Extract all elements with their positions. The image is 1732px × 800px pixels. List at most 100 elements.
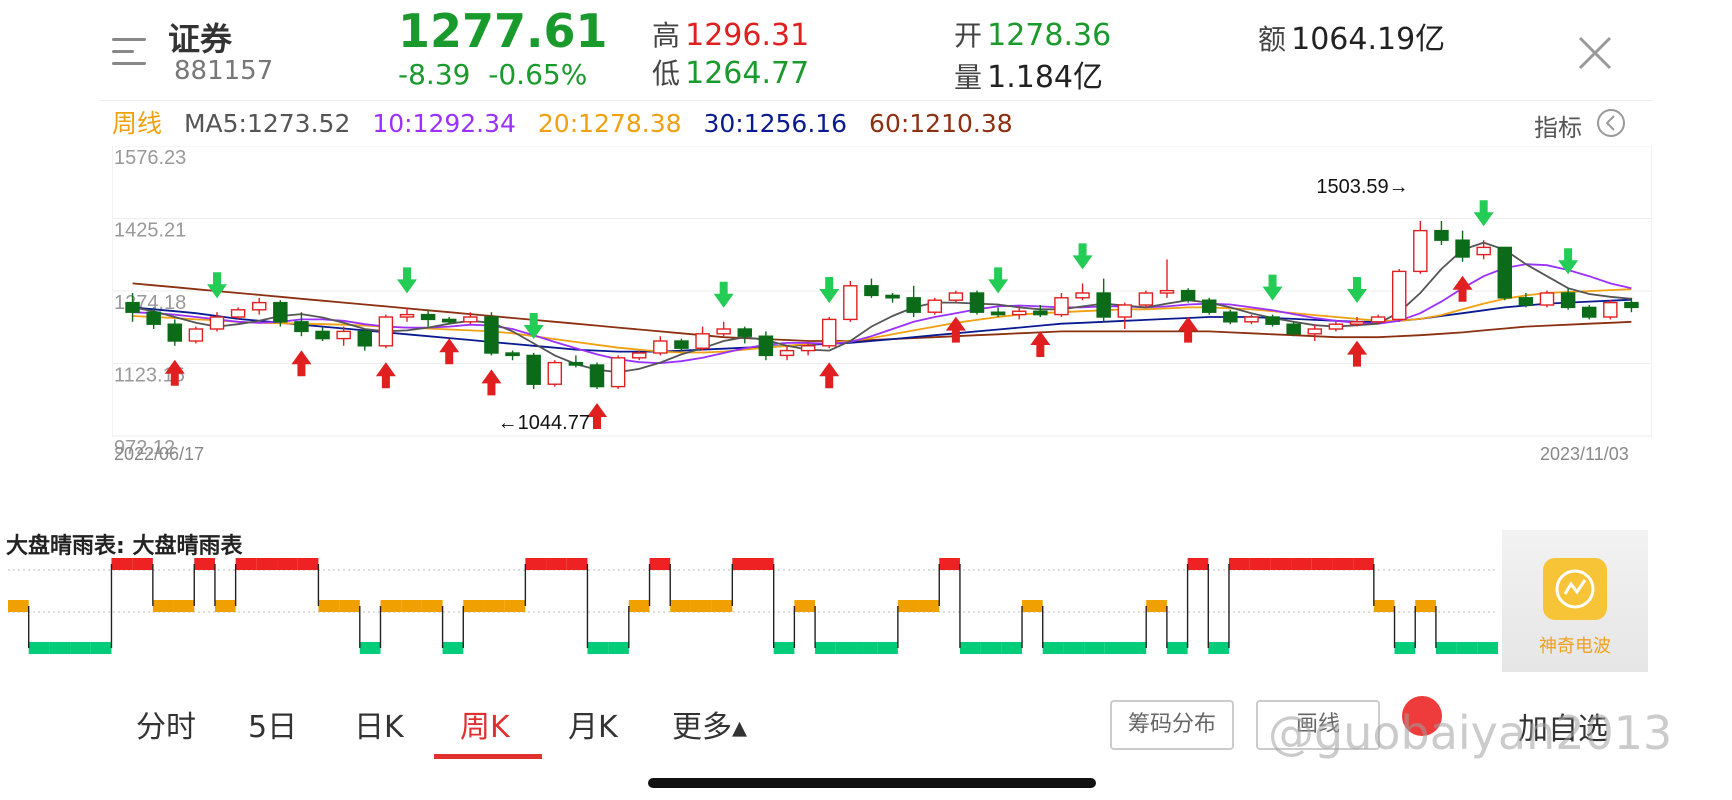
- ma10-line: [132, 263, 1632, 365]
- weather-bar: [649, 558, 671, 570]
- menu-icon[interactable]: [112, 34, 152, 68]
- max-price-annotation: 1503.59→: [1316, 176, 1408, 198]
- weather-bar: [546, 558, 567, 570]
- price-change: -8.39 -0.65%: [398, 58, 587, 91]
- candle-body: [336, 330, 351, 340]
- weather-bar: [401, 600, 422, 612]
- indicator-button[interactable]: 指标: [1534, 108, 1582, 143]
- candle-body: [568, 361, 584, 366]
- candle-body: [779, 349, 795, 357]
- tab-weekly-k[interactable]: 周K: [460, 702, 510, 746]
- stock-code: 881157: [174, 56, 274, 86]
- candle-body: [526, 354, 541, 385]
- tab-daily-k[interactable]: 日K: [354, 702, 404, 746]
- weather-bar: [1249, 558, 1271, 570]
- weather-bar: [1001, 642, 1023, 654]
- buy-arrow-icon: [291, 350, 312, 377]
- candle-body: [1117, 304, 1133, 318]
- weather-bar: [670, 600, 691, 612]
- kline-chart[interactable]: 1576.231425.211274.181123.15972.122022/0…: [112, 146, 1652, 486]
- low-value: 1264.77: [685, 56, 810, 91]
- buy-arrow-icon: [1030, 331, 1051, 358]
- candle-body: [1624, 301, 1639, 309]
- candle-body: [1349, 321, 1365, 325]
- tab-minute[interactable]: 分时: [136, 702, 196, 746]
- weather-bar: [773, 642, 795, 654]
- ma20-label: 20:1278.38: [537, 109, 682, 138]
- weather-bar: [753, 558, 774, 570]
- weather-bar: [1042, 642, 1064, 654]
- candle-body: [1286, 323, 1301, 335]
- weather-bar: [442, 642, 464, 654]
- sell-arrow-icon: [819, 277, 840, 304]
- y-tick-label: 1576.23: [114, 147, 186, 169]
- magic-wave-button[interactable]: 神奇电波: [1502, 530, 1648, 672]
- candle-body: [1370, 316, 1386, 323]
- amount-label: 额: [1258, 23, 1287, 56]
- weather-bar: [318, 600, 340, 612]
- tab-monthly-k[interactable]: 月K: [568, 702, 618, 746]
- weather-bar: [525, 558, 547, 570]
- sell-arrow-icon: [397, 267, 417, 294]
- candle-body: [843, 285, 858, 321]
- candle-body: [294, 321, 309, 333]
- weather-bar: [835, 642, 857, 654]
- sell-arrow-icon: [1558, 248, 1579, 275]
- weather-bar: [1353, 558, 1374, 570]
- weather-bar: [877, 642, 898, 654]
- weather-bar: [1022, 600, 1043, 612]
- candle-body: [737, 328, 753, 337]
- candle-body: [315, 330, 330, 340]
- weather-bar: [856, 642, 878, 654]
- ma5-label: MA5:1273.52: [183, 109, 351, 138]
- x-tick-label: 2023/11/03: [1540, 444, 1629, 464]
- candle-body: [631, 352, 647, 359]
- weather-bar: [1063, 642, 1085, 654]
- candle-body: [441, 318, 457, 323]
- chevron-left-circle-icon[interactable]: [1596, 108, 1626, 138]
- candle-body: [1328, 323, 1344, 330]
- candle-body: [674, 340, 689, 349]
- close-icon[interactable]: [1576, 34, 1614, 72]
- weather-bar: [214, 600, 236, 612]
- weather-bar: [732, 558, 753, 570]
- candle-body: [610, 357, 626, 388]
- weather-bar: [1125, 642, 1147, 654]
- weather-bar: [483, 600, 505, 612]
- candle-body: [821, 318, 837, 347]
- chip-distribution-button[interactable]: 筹码分布: [1110, 700, 1234, 750]
- weather-bar: [608, 642, 629, 654]
- weather-bar: [359, 642, 381, 654]
- change-value: -8.39: [398, 58, 471, 91]
- weather-bar: [339, 600, 360, 612]
- high-field: 高 1296.31: [652, 14, 809, 54]
- candle-body: [589, 364, 605, 388]
- weather-bar: [794, 600, 816, 612]
- candle-body: [716, 328, 731, 335]
- weather-bar: [1332, 558, 1354, 570]
- weather-bar: [1291, 558, 1312, 570]
- weather-bar: [1373, 600, 1395, 612]
- weather-bar: [28, 642, 50, 654]
- candle-body: [1391, 270, 1407, 321]
- weather-bar: [463, 600, 484, 612]
- watermark: @guobaiyan2013: [1268, 706, 1673, 760]
- candle-body: [969, 292, 985, 313]
- candle-body: [948, 292, 964, 301]
- weather-bar: [1415, 600, 1436, 612]
- buy-arrow-icon: [1347, 340, 1367, 367]
- candle-body: [230, 309, 246, 318]
- tab-5day[interactable]: 5日: [248, 702, 297, 746]
- sell-arrow-icon: [1473, 200, 1494, 227]
- weather-bar: [1104, 642, 1126, 654]
- change-percent: -0.65%: [488, 58, 588, 91]
- y-tick-label: 1425.21: [114, 219, 186, 241]
- candle-body: [1159, 289, 1175, 294]
- weather-bar: [1311, 558, 1333, 570]
- weather-bar: [297, 558, 319, 570]
- ma-legend: 周线 MA5:1273.52 10:1292.34 20:1278.38 30:…: [112, 104, 1027, 140]
- tab-more[interactable]: 更多▴: [672, 702, 747, 746]
- weather-bar: [1477, 642, 1498, 654]
- candle-body: [1201, 299, 1217, 313]
- amount-field: 额 1064.19亿: [1258, 14, 1445, 58]
